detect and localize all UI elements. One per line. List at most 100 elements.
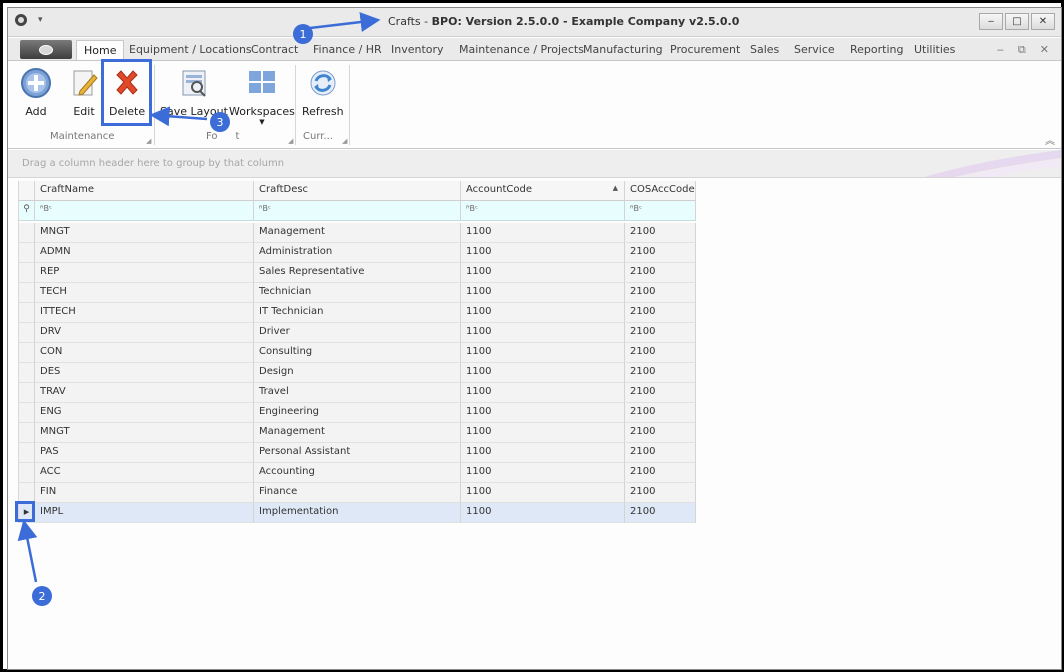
table-row[interactable]: MNGT Management 1100 2100 xyxy=(19,423,696,443)
cell-accountcode[interactable]: 1100 xyxy=(461,363,625,383)
mdi-minimize-button[interactable]: ‒ xyxy=(997,43,1004,57)
cell-craftdesc[interactable]: Accounting xyxy=(254,463,461,483)
filter-cell-accountcode[interactable]: ᴿBᶜ xyxy=(461,201,625,221)
save-layout-button[interactable]: Save Layout xyxy=(160,67,228,118)
cell-craftname[interactable]: PAS xyxy=(35,443,254,463)
cell-cosacccode[interactable]: 2100 xyxy=(625,323,696,343)
cell-accountcode[interactable]: 1100 xyxy=(461,323,625,343)
cell-craftname[interactable]: DRV xyxy=(35,323,254,343)
cell-cosacccode[interactable]: 2100 xyxy=(625,303,696,323)
table-row[interactable]: TECH Technician 1100 2100 xyxy=(19,283,696,303)
tab-equipment-locations[interactable]: Equipment / Locations xyxy=(129,43,252,56)
row-indicator[interactable] xyxy=(19,483,35,503)
cell-cosacccode[interactable]: 2100 xyxy=(625,243,696,263)
add-button[interactable]: Add xyxy=(20,67,52,118)
row-indicator[interactable] xyxy=(19,343,35,363)
cell-craftname[interactable]: IMPL xyxy=(35,503,254,523)
cell-accountcode[interactable]: 1100 xyxy=(461,423,625,443)
table-row[interactable]: ENG Engineering 1100 2100 xyxy=(19,403,696,423)
cell-craftname[interactable]: REP xyxy=(35,263,254,283)
column-header-craftname[interactable]: CraftName xyxy=(35,181,254,201)
cell-accountcode[interactable]: 1100 xyxy=(461,243,625,263)
group-by-panel[interactable]: Drag a column header here to group by th… xyxy=(8,150,1061,178)
cell-cosacccode[interactable]: 2100 xyxy=(625,483,696,503)
row-indicator[interactable] xyxy=(19,303,35,323)
refresh-button[interactable]: Refresh xyxy=(302,67,344,118)
cell-craftdesc[interactable]: IT Technician xyxy=(254,303,461,323)
cell-craftname[interactable]: ACC xyxy=(35,463,254,483)
table-row[interactable]: PAS Personal Assistant 1100 2100 xyxy=(19,443,696,463)
cell-craftname[interactable]: ADMN xyxy=(35,243,254,263)
table-row[interactable]: MNGT Management 1100 2100 xyxy=(19,223,696,243)
row-indicator[interactable] xyxy=(19,443,35,463)
collapse-ribbon-icon[interactable]: ︽ xyxy=(1045,132,1055,147)
cell-accountcode[interactable]: 1100 xyxy=(461,483,625,503)
cell-cosacccode[interactable]: 2100 xyxy=(625,223,696,243)
table-row[interactable]: REP Sales Representative 1100 2100 xyxy=(19,263,696,283)
cell-cosacccode[interactable]: 2100 xyxy=(625,503,696,523)
current-group-launcher-icon[interactable]: ◢ xyxy=(342,137,347,145)
application-menu-button[interactable] xyxy=(20,40,72,59)
cell-craftname[interactable]: MNGT xyxy=(35,423,254,443)
cell-accountcode[interactable]: 1100 xyxy=(461,443,625,463)
maintenance-group-launcher-icon[interactable]: ◢ xyxy=(146,137,151,145)
row-indicator[interactable] xyxy=(19,283,35,303)
format-group-launcher-icon[interactable]: ◢ xyxy=(288,137,293,145)
cell-accountcode[interactable]: 1100 xyxy=(461,263,625,283)
cell-craftname[interactable]: ITTECH xyxy=(35,303,254,323)
cell-cosacccode[interactable]: 2100 xyxy=(625,383,696,403)
table-row[interactable]: ▸ IMPL Implementation 1100 2100 xyxy=(19,503,696,523)
cell-cosacccode[interactable]: 2100 xyxy=(625,443,696,463)
cell-accountcode[interactable]: 1100 xyxy=(461,223,625,243)
cell-craftname[interactable]: ENG xyxy=(35,403,254,423)
minimize-button[interactable]: ‒ xyxy=(979,13,1003,30)
row-indicator[interactable] xyxy=(19,463,35,483)
cell-craftname[interactable]: TECH xyxy=(35,283,254,303)
cell-craftname[interactable]: TRAV xyxy=(35,383,254,403)
workspaces-button[interactable]: Workspaces ▼ xyxy=(229,67,295,126)
cell-accountcode[interactable]: 1100 xyxy=(461,383,625,403)
cell-cosacccode[interactable]: 2100 xyxy=(625,463,696,483)
tab-maintenance-projects[interactable]: Maintenance / Projects xyxy=(459,43,584,56)
cell-craftname[interactable]: MNGT xyxy=(35,223,254,243)
cell-craftdesc[interactable]: Travel xyxy=(254,383,461,403)
row-indicator[interactable] xyxy=(19,263,35,283)
table-row[interactable]: CON Consulting 1100 2100 xyxy=(19,343,696,363)
table-row[interactable]: FIN Finance 1100 2100 xyxy=(19,483,696,503)
app-logo-icon[interactable] xyxy=(14,13,28,27)
table-row[interactable]: ADMN Administration 1100 2100 xyxy=(19,243,696,263)
tab-manufacturing[interactable]: Manufacturing xyxy=(583,43,663,56)
row-indicator[interactable] xyxy=(19,323,35,343)
cell-craftname[interactable]: CON xyxy=(35,343,254,363)
row-indicator[interactable] xyxy=(19,403,35,423)
filter-cell-craftdesc[interactable]: ᴿBᶜ xyxy=(254,201,461,221)
cell-cosacccode[interactable]: 2100 xyxy=(625,343,696,363)
cell-cosacccode[interactable]: 2100 xyxy=(625,283,696,303)
cell-craftdesc[interactable]: Personal Assistant xyxy=(254,443,461,463)
filter-cell-cosacccode[interactable]: ᴿBᶜ xyxy=(625,201,696,221)
table-row[interactable]: DRV Driver 1100 2100 xyxy=(19,323,696,343)
cell-craftdesc[interactable]: Driver xyxy=(254,323,461,343)
cell-accountcode[interactable]: 1100 xyxy=(461,503,625,523)
tab-contract[interactable]: Contract xyxy=(251,43,298,56)
cell-accountcode[interactable]: 1100 xyxy=(461,403,625,423)
cell-craftdesc[interactable]: Management xyxy=(254,423,461,443)
tab-reporting[interactable]: Reporting xyxy=(850,43,903,56)
tab-sales[interactable]: Sales xyxy=(750,43,779,56)
cell-accountcode[interactable]: 1100 xyxy=(461,283,625,303)
cell-cosacccode[interactable]: 2100 xyxy=(625,403,696,423)
table-row[interactable]: ITTECH IT Technician 1100 2100 xyxy=(19,303,696,323)
table-row[interactable]: TRAV Travel 1100 2100 xyxy=(19,383,696,403)
tab-home[interactable]: Home xyxy=(76,40,125,60)
cell-craftname[interactable]: DES xyxy=(35,363,254,383)
cell-accountcode[interactable]: 1100 xyxy=(461,343,625,363)
crafts-grid[interactable]: CraftName CraftDesc AccountCode COSAccCo… xyxy=(18,181,696,523)
tab-utilities[interactable]: Utilities xyxy=(914,43,955,56)
cell-cosacccode[interactable]: 2100 xyxy=(625,263,696,283)
cell-craftdesc[interactable]: Technician xyxy=(254,283,461,303)
filter-cell-craftname[interactable]: ᴿBᶜ xyxy=(35,201,254,221)
cell-accountcode[interactable]: 1100 xyxy=(461,463,625,483)
table-row[interactable]: DES Design 1100 2100 xyxy=(19,363,696,383)
column-header-accountcode[interactable]: AccountCode xyxy=(461,181,625,201)
cell-craftname[interactable]: FIN xyxy=(35,483,254,503)
